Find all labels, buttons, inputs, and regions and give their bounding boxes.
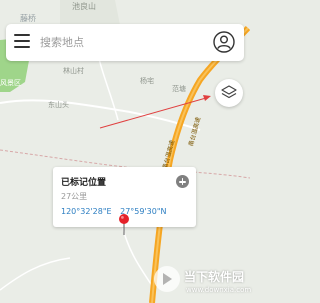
plus-icon[interactable] xyxy=(176,175,189,188)
place-label-linshan: 林山村 xyxy=(63,67,84,75)
search-bar xyxy=(6,24,244,61)
watermark: 当下软件园 www.downxia.com xyxy=(150,262,252,302)
place-label-top-left: 藤桥 xyxy=(20,14,36,23)
popup-distance: 27公里 xyxy=(61,192,88,201)
place-label-yangzhai: 杨宅 xyxy=(140,77,154,85)
place-label-top: 池良山 xyxy=(72,2,96,11)
popup-longitude: 120°32'28"E xyxy=(61,207,112,216)
watermark-text: 当下软件园 xyxy=(184,270,245,284)
pin-icon[interactable] xyxy=(117,213,131,235)
map-layers-button[interactable] xyxy=(215,79,243,107)
layers-icon xyxy=(221,85,237,99)
menu-icon[interactable] xyxy=(14,34,30,50)
watermark-url: www.downxia.com xyxy=(186,286,252,294)
place-label-dongshan: 东山头 xyxy=(48,101,69,109)
popup-coordinates: 120°32'28"E 27°59'30"N xyxy=(61,207,167,216)
user-icon[interactable] xyxy=(213,31,235,53)
popup-title: 已标记位置 xyxy=(61,178,107,188)
watermark-logo-icon xyxy=(154,266,180,292)
search-input[interactable] xyxy=(40,32,200,52)
place-label-fanqiao: 范塘 xyxy=(172,85,186,93)
place-label-scenic: 风景区 xyxy=(0,79,21,87)
